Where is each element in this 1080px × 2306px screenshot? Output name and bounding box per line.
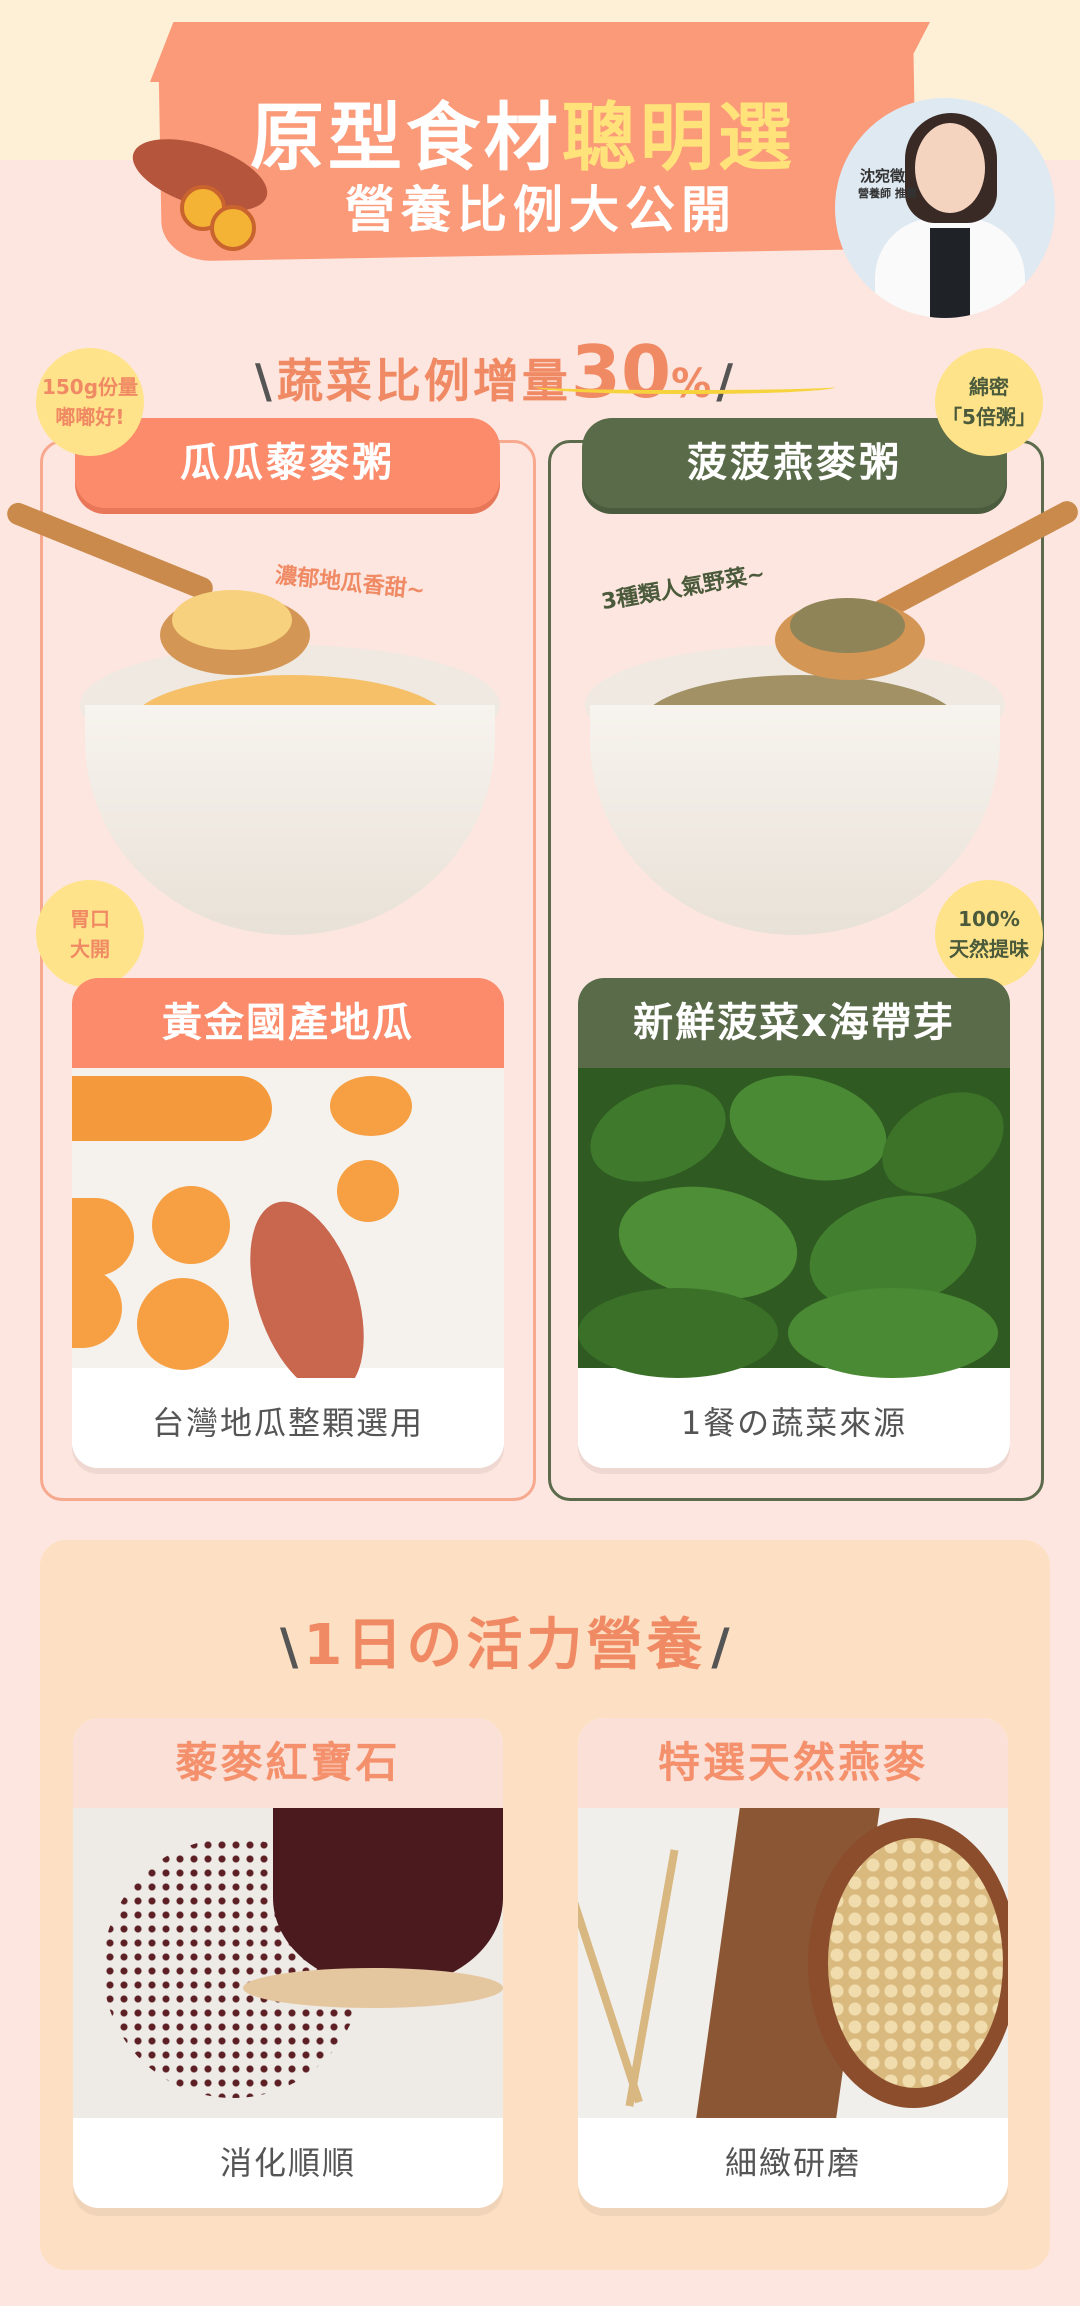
badge-left-top: 150g份量 嘟嘟好! bbox=[36, 348, 144, 456]
ingredient-caption-right: 1餐の蔬菜來源 bbox=[578, 1378, 1010, 1468]
ingredient-title-left: 黃金國產地瓜 bbox=[72, 978, 504, 1068]
badge-left-mid: 胃口 大開 bbox=[36, 880, 144, 988]
nutrition-caption-quinoa: 消化順順 bbox=[73, 2118, 503, 2208]
heading-underline bbox=[535, 380, 835, 394]
oats-photo bbox=[578, 1808, 1008, 2118]
ingredient-caption-left: 台灣地瓜整顆選用 bbox=[72, 1378, 504, 1468]
ingredient-card-left: 黃金國產地瓜 台灣地瓜整顆選用 bbox=[72, 978, 504, 1468]
red-quinoa-photo bbox=[73, 1808, 503, 2118]
ingredient-title-right: 新鮮菠菜x海帶芽 bbox=[578, 978, 1010, 1068]
badge-right-mid: 100% 天然提味 bbox=[935, 880, 1043, 988]
sweet-potato-slice-icon bbox=[210, 205, 256, 251]
left-spoon-porridge bbox=[172, 590, 292, 650]
product-name-left: 瓜瓜藜麥粥 bbox=[75, 418, 500, 508]
spinach-photo bbox=[578, 1058, 1010, 1378]
doctor-avatar bbox=[835, 98, 1055, 318]
doctor-name: 沈宛徵 bbox=[860, 167, 906, 185]
page-title: 原型食材聰明選 bbox=[250, 95, 796, 181]
nutrition-title-oats: 特選天然燕麥 bbox=[578, 1718, 1008, 1808]
page-subtitle: 營養比例大公開 bbox=[345, 181, 737, 239]
sweet-potato-photo bbox=[72, 1068, 504, 1409]
section2-heading: \ 1日の活力營養 / bbox=[280, 1613, 730, 1678]
nutrition-card-quinoa: 藜麥紅寶石 消化順順 bbox=[73, 1718, 503, 2208]
nutrition-card-oats: 特選天然燕麥 細緻研磨 bbox=[578, 1718, 1008, 2208]
section1-heading: \ 蔬菜比例增量30% / bbox=[255, 330, 734, 414]
ingredient-card-right: 新鮮菠菜x海帶芽 1餐の蔬菜來源 bbox=[578, 978, 1010, 1468]
nutrition-caption-oats: 細緻研磨 bbox=[578, 2118, 1008, 2208]
badge-right-top: 綿密 「5倍粥」 bbox=[935, 348, 1043, 456]
nutrition-title-quinoa: 藜麥紅寶石 bbox=[73, 1718, 503, 1808]
right-spoon-porridge bbox=[790, 598, 905, 653]
doctor-title: 營養師 推薦 bbox=[858, 187, 917, 200]
